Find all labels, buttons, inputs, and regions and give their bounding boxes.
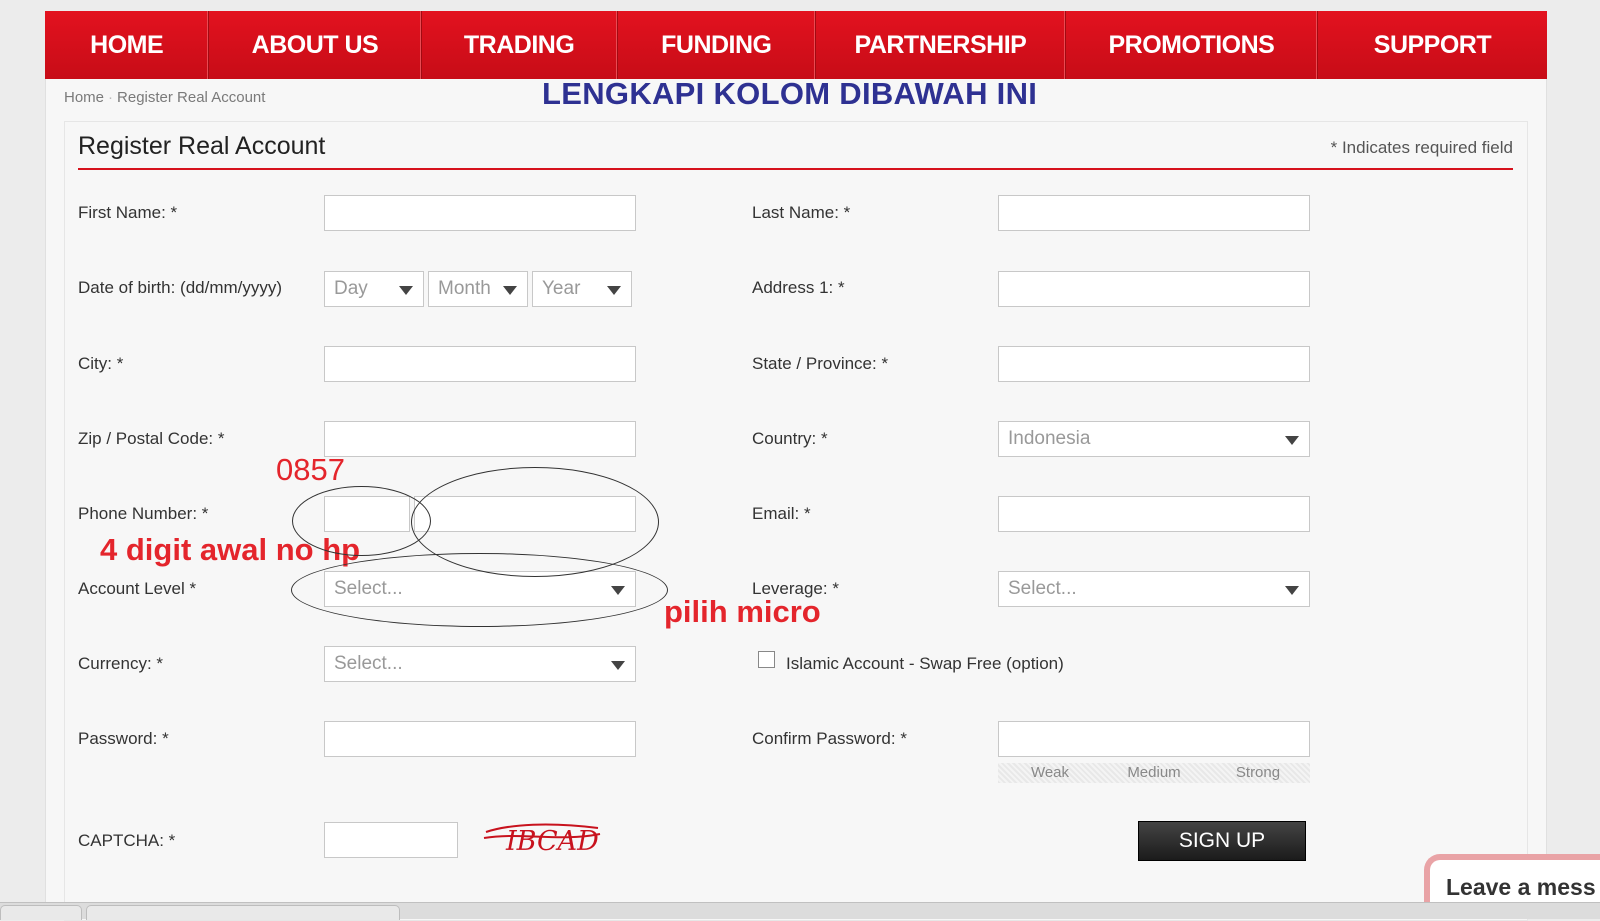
- strength-strong: Strong: [1235, 764, 1281, 781]
- nav-funding[interactable]: FUNDING: [618, 11, 816, 79]
- dob-day-select[interactable]: Day: [324, 271, 424, 307]
- city-label: City: *: [78, 354, 124, 373]
- sign-up-button[interactable]: SIGN UP: [1138, 821, 1306, 861]
- country-label: Country: *: [752, 429, 828, 448]
- islamic-account-checkbox[interactable]: [758, 651, 775, 668]
- bottom-tab-bar: [0, 902, 1600, 920]
- currency-label: Currency: *: [78, 654, 164, 673]
- strength-medium: Medium: [1127, 764, 1181, 781]
- confirm-password-label: Confirm Password: *: [752, 729, 907, 748]
- chevron-down-icon: [607, 286, 621, 295]
- level-hint-annotation: pilih micro: [664, 594, 821, 629]
- dob-year-select[interactable]: Year: [532, 271, 632, 307]
- nav-promotions[interactable]: PROMOTIONS: [1066, 11, 1318, 79]
- account-level-circle: [291, 553, 668, 627]
- breadcrumb-home[interactable]: Home: [64, 89, 104, 106]
- phone-label: Phone Number: *: [78, 504, 209, 523]
- dob-year-value: Year: [542, 278, 581, 299]
- captcha-input[interactable]: [324, 822, 458, 858]
- zip-input[interactable]: [324, 421, 636, 457]
- state-input[interactable]: [998, 346, 1310, 382]
- zip-label: Zip / Postal Code: *: [78, 429, 225, 448]
- chevron-down-icon: [611, 661, 625, 670]
- first-name-label: First Name: *: [78, 203, 178, 222]
- password-label: Password: *: [78, 729, 169, 748]
- last-name-label: Last Name: *: [752, 203, 851, 222]
- nav-support[interactable]: SUPPORT: [1318, 11, 1547, 79]
- main-nav: HOME ABOUT US TRADING FUNDING PARTNERSHI…: [45, 11, 1547, 79]
- islamic-account-label: Islamic Account - Swap Free (option): [786, 654, 1064, 673]
- breadcrumb-current: Register Real Account: [117, 89, 266, 106]
- captcha-image: IBCAD: [483, 823, 601, 857]
- leverage-select[interactable]: Select...: [998, 571, 1310, 607]
- dob-month-value: Month: [438, 278, 491, 299]
- required-note: * Indicates required field: [1330, 138, 1513, 157]
- currency-value: Select...: [334, 653, 403, 674]
- nav-partnership[interactable]: PARTNERSHIP: [816, 11, 1066, 79]
- password-input[interactable]: [324, 721, 636, 757]
- password-strength-meter: Weak Medium Strong: [998, 763, 1310, 783]
- form-title: Register Real Account: [78, 132, 326, 160]
- first-name-input[interactable]: [324, 195, 636, 231]
- confirm-password-input[interactable]: [998, 721, 1310, 757]
- strength-weak: Weak: [1030, 764, 1070, 781]
- chevron-down-icon: [503, 286, 517, 295]
- nav-trading[interactable]: TRADING: [422, 11, 618, 79]
- chevron-down-icon: [399, 286, 413, 295]
- city-input[interactable]: [324, 346, 636, 382]
- state-label: State / Province: *: [752, 354, 889, 373]
- title-divider: [78, 168, 1513, 170]
- dob-label: Date of birth: (dd/mm/yyyy): [78, 278, 283, 297]
- last-name-input[interactable]: [998, 195, 1310, 231]
- captcha-label: CAPTCHA: *: [78, 831, 176, 850]
- captcha-text: IBCAD: [505, 826, 599, 857]
- dob-month-select[interactable]: Month: [428, 271, 528, 307]
- email-input[interactable]: [998, 496, 1310, 532]
- country-select[interactable]: Indonesia: [998, 421, 1310, 457]
- breadcrumb: Home · Register Real Account: [64, 89, 266, 106]
- chevron-down-icon: [1285, 436, 1299, 445]
- leave-message-label: Leave a mess: [1446, 874, 1596, 900]
- chevron-down-icon: [1285, 586, 1299, 595]
- overlay-heading: LENGKAPI KOLOM DIBAWAH INI: [542, 76, 1038, 111]
- currency-select[interactable]: Select...: [324, 646, 636, 682]
- leverage-value: Select...: [1008, 578, 1077, 599]
- country-value: Indonesia: [1008, 428, 1091, 449]
- account-level-label: Account Level *: [78, 579, 197, 598]
- address1-label: Address 1: *: [752, 278, 845, 297]
- nav-home[interactable]: HOME: [45, 11, 210, 79]
- email-label: Email: *: [752, 504, 811, 523]
- address1-input[interactable]: [998, 271, 1310, 307]
- phone-prefix-annotation: 0857: [276, 452, 345, 487]
- dob-day-value: Day: [334, 278, 368, 299]
- nav-about-us[interactable]: ABOUT US: [209, 11, 422, 79]
